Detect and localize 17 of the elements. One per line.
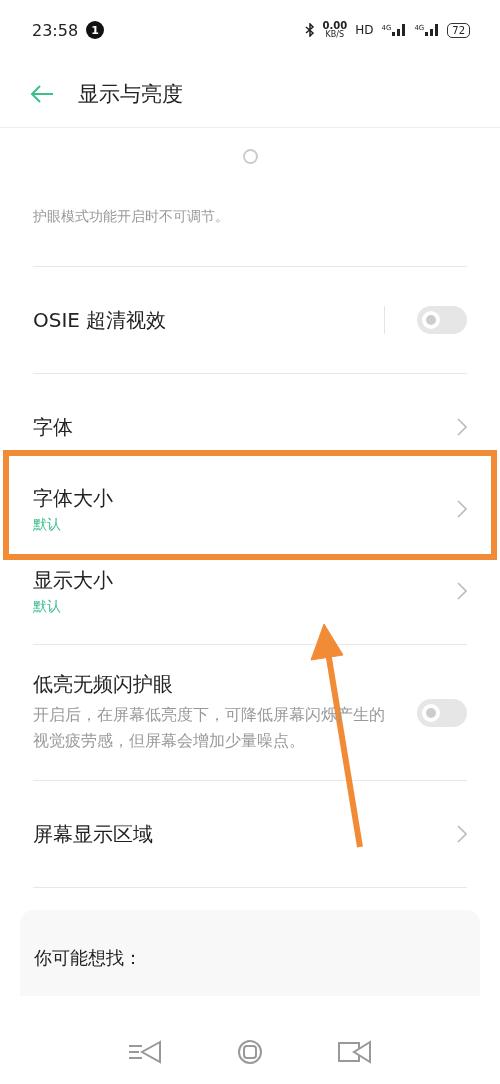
setting-value: 默认 bbox=[33, 597, 62, 616]
net-speed: 0.00 bbox=[322, 21, 348, 31]
clock-time: 23:58 bbox=[32, 20, 79, 40]
net-speed-unit: KB/S bbox=[325, 31, 345, 39]
setting-title: 显示大小 bbox=[33, 566, 114, 594]
setting-value: 默认 bbox=[33, 515, 62, 534]
hd-label: HD bbox=[355, 23, 374, 37]
notification-count: 1 bbox=[86, 21, 105, 39]
suggestions-title: 你可能想找： bbox=[34, 946, 143, 970]
setting-title: 低亮无频闪护眼 bbox=[33, 671, 174, 698]
setting-title: 字体 bbox=[33, 413, 74, 441]
brightness-note: 护眼模式功能开启时不可调节。 bbox=[33, 207, 230, 226]
setting-title: OSIE 超清视效 bbox=[33, 306, 168, 334]
page-title: 显示与亮度 bbox=[78, 80, 183, 108]
battery-level: 72 bbox=[447, 22, 470, 38]
setting-title: 字体大小 bbox=[33, 484, 114, 512]
setting-title: 屏幕显示区域 bbox=[33, 820, 154, 848]
